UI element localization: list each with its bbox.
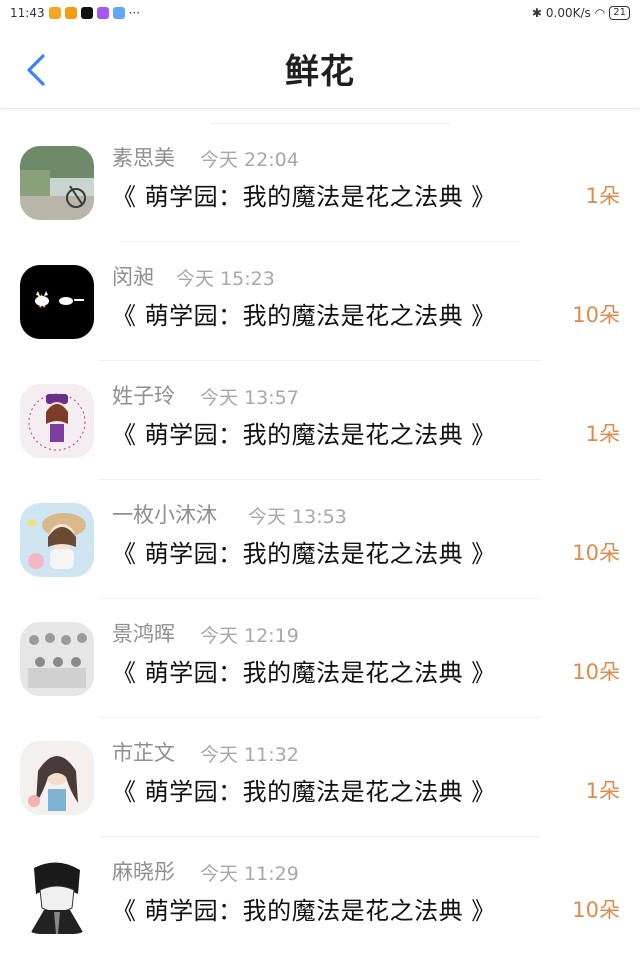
book-title[interactable]: 《 萌学园：我的魔法是花之法典 》 bbox=[112, 296, 496, 331]
page-title: 鲜花 bbox=[285, 52, 355, 92]
status-right: ✱ 0.00K/s ◠ 21 bbox=[532, 6, 630, 20]
divider bbox=[120, 241, 520, 242]
app-icon-purple bbox=[96, 7, 109, 19]
list-item[interactable]: 麻晓彤 今天 11:29 《 萌学园：我的魔法是花之法典 》 10朵 bbox=[0, 860, 640, 978]
flower-count: 10朵 bbox=[572, 898, 620, 922]
list-item[interactable]: 一枚小沐沐 今天 13:53 《 萌学园：我的魔法是花之法典 》 10朵 bbox=[0, 503, 640, 621]
list-item[interactable]: 景鸿晖 今天 12:19 《 萌学园：我的魔法是花之法典 》 10朵 bbox=[0, 622, 640, 740]
net-speed: 0.00K/s bbox=[545, 6, 591, 20]
user-name[interactable]: 素思美 bbox=[112, 142, 175, 172]
book-title[interactable]: 《 萌学园：我的魔法是花之法典 》 bbox=[112, 772, 496, 807]
user-name[interactable]: 姓子玲 bbox=[112, 380, 175, 410]
avatar[interactable] bbox=[20, 741, 94, 815]
book-title[interactable]: 《 萌学园：我的魔法是花之法典 》 bbox=[112, 534, 496, 569]
divider bbox=[100, 360, 540, 361]
flower-count: 10朵 bbox=[572, 541, 620, 565]
more-notifications-dots: ··· bbox=[128, 6, 141, 20]
timestamp: 今天 12:19 bbox=[200, 625, 299, 647]
book-title[interactable]: 《 萌学园：我的魔法是花之法典 》 bbox=[112, 415, 496, 450]
avatar[interactable]: 🐈 bbox=[20, 265, 94, 339]
divider bbox=[100, 479, 540, 480]
status-bar: 11:43 ··· ✱ 0.00K/s ◠ 21 bbox=[0, 0, 640, 26]
user-name[interactable]: 一枚小沐沐 bbox=[112, 499, 217, 529]
bluetooth-icon: ✱ bbox=[531, 6, 542, 20]
user-name[interactable]: 景鸿晖 bbox=[112, 618, 175, 648]
book-title[interactable]: 《 萌学园：我的魔法是花之法典 》 bbox=[112, 653, 496, 688]
timestamp: 今天 11:29 bbox=[200, 863, 299, 885]
timestamp: 今天 22:04 bbox=[200, 149, 299, 171]
divider bbox=[100, 717, 540, 718]
status-time: 11:43 bbox=[10, 6, 45, 20]
avatar[interactable] bbox=[20, 860, 94, 934]
timestamp: 今天 13:57 bbox=[200, 387, 299, 409]
timestamp: 今天 13:53 bbox=[248, 506, 347, 528]
timestamp: 今天 11:32 bbox=[200, 744, 299, 766]
divider bbox=[100, 598, 540, 599]
wifi-icon: ◠ bbox=[594, 6, 606, 20]
avatar[interactable] bbox=[20, 384, 94, 458]
weibo-icon bbox=[48, 7, 61, 19]
battery-indicator: 21 bbox=[609, 6, 630, 20]
avatar[interactable] bbox=[20, 622, 94, 696]
flower-count: 10朵 bbox=[572, 660, 620, 684]
user-name[interactable]: 麻晓彤 bbox=[112, 856, 175, 886]
divider bbox=[210, 123, 450, 124]
header-bar: 鲜花 bbox=[0, 26, 640, 109]
user-name[interactable]: 市芷文 bbox=[112, 737, 175, 767]
flower-count: 1朵 bbox=[585, 779, 620, 803]
flower-count: 10朵 bbox=[572, 303, 620, 327]
tiktok-icon bbox=[80, 7, 93, 19]
list-item[interactable]: 🐈 闵昶 今天 15:23 《 萌学园：我的魔法是花之法典 》 10朵 bbox=[0, 265, 640, 383]
timestamp: 今天 15:23 bbox=[176, 268, 275, 290]
user-name[interactable]: 闵昶 bbox=[112, 261, 154, 291]
cloud-icon bbox=[112, 7, 125, 19]
avatar[interactable] bbox=[20, 146, 94, 220]
flower-count: 1朵 bbox=[585, 422, 620, 446]
list-item[interactable]: 素思美 今天 22:04 《 萌学园：我的魔法是花之法典 》 1朵 bbox=[0, 146, 640, 264]
book-title[interactable]: 《 萌学园：我的魔法是花之法典 》 bbox=[112, 177, 496, 212]
avatar[interactable] bbox=[20, 503, 94, 577]
weibo-icon-2 bbox=[64, 7, 77, 19]
book-title[interactable]: 《 萌学园：我的魔法是花之法典 》 bbox=[112, 891, 496, 926]
status-left: 11:43 ··· bbox=[10, 6, 140, 20]
divider bbox=[100, 836, 540, 837]
list-item[interactable]: 姓子玲 今天 13:57 《 萌学园：我的魔法是花之法典 》 1朵 bbox=[0, 384, 640, 502]
flower-count: 1朵 bbox=[585, 184, 620, 208]
list-item[interactable]: 市芷文 今天 11:32 《 萌学园：我的魔法是花之法典 》 1朵 bbox=[0, 741, 640, 859]
